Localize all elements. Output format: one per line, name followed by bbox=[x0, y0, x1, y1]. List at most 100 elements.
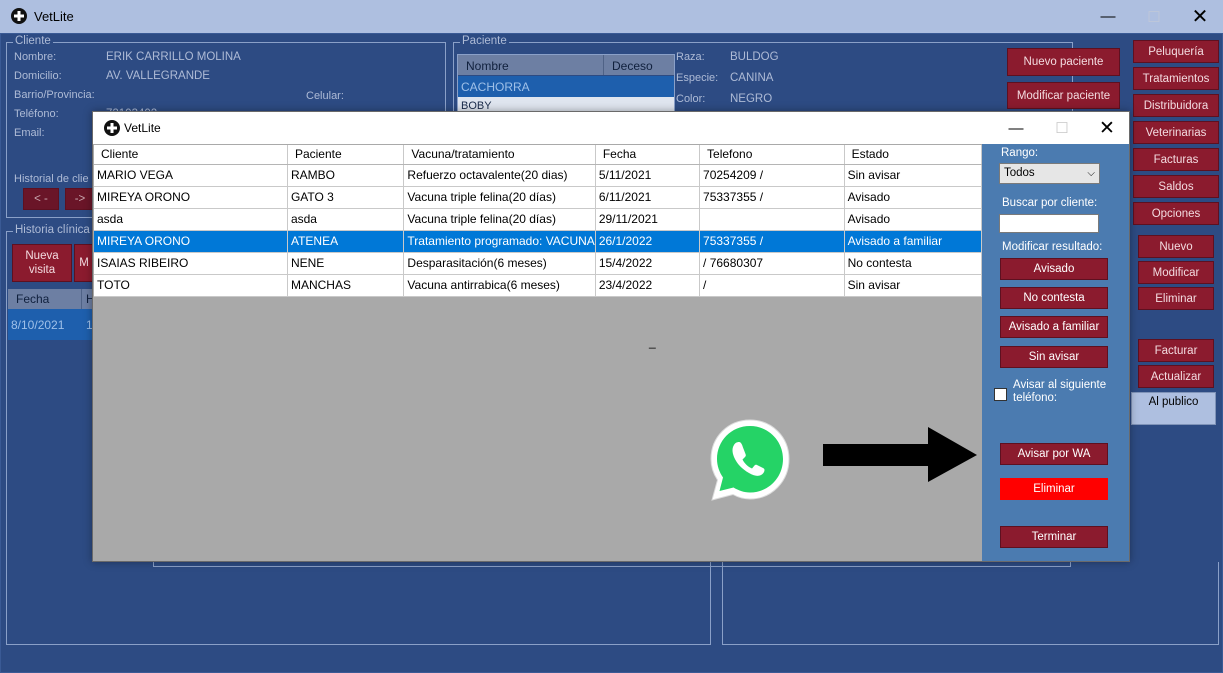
cell-fecha: 6/11/2021 bbox=[595, 186, 701, 209]
chevron-down-icon: ⌵ bbox=[1087, 168, 1095, 179]
table-row[interactable]: MIREYA ORONO GATO 3 Vacuna triple felina(2… bbox=[94, 186, 983, 209]
celular-label: Celular: bbox=[306, 90, 344, 102]
no-contesta-button[interactable]: No contesta bbox=[1000, 287, 1108, 309]
col-fecha-header[interactable]: Fecha bbox=[8, 289, 82, 309]
billing-facturar-button[interactable]: Facturar bbox=[1138, 339, 1214, 362]
menu-tratamientos-button[interactable]: Tratamientos bbox=[1133, 67, 1219, 90]
cell-fecha: 26/1/2022 bbox=[595, 230, 701, 253]
historia-list[interactable]: Fecha H 8/10/2021 16 bbox=[8, 289, 99, 340]
table-row[interactable]: asda asda Vacuna triple felina(20 días) 29/… bbox=[94, 208, 983, 231]
col-telefono-header[interactable]: Telefono bbox=[699, 145, 845, 165]
cell-estado: No contesta bbox=[844, 252, 983, 275]
buscar-label: Buscar por cliente: bbox=[1002, 197, 1098, 209]
main-window-title: VetLite bbox=[34, 9, 74, 24]
raza-label: Raza: bbox=[676, 51, 705, 63]
historia-row-fecha: 8/10/2021 bbox=[11, 318, 65, 332]
menu-distribuidora-button[interactable]: Distribuidora bbox=[1133, 94, 1219, 117]
cell-paciente: GATO 3 bbox=[287, 186, 405, 209]
cell-cliente: TOTO bbox=[94, 274, 288, 297]
avisar-siguiente-checkbox[interactable] bbox=[994, 388, 1007, 401]
dialog-close-button[interactable]: ✕ bbox=[1084, 112, 1130, 144]
action-modificar-button[interactable]: Modificar bbox=[1138, 261, 1214, 284]
prev-button[interactable]: < - bbox=[23, 188, 59, 210]
stray-mark: _ bbox=[649, 335, 656, 349]
avisar-siguiente-label: Avisar al siguiente teléfono: bbox=[1013, 379, 1107, 404]
dialog-minimize-button[interactable]: — bbox=[993, 112, 1039, 144]
buscar-cliente-input[interactable] bbox=[999, 214, 1099, 233]
menu-opciones-button[interactable]: Opciones bbox=[1133, 202, 1219, 225]
table-header-row: Cliente Paciente Vacuna/tratamiento Fech… bbox=[94, 145, 983, 165]
avisado-familiar-button[interactable]: Avisado a familiar bbox=[1000, 316, 1108, 338]
cell-estado: Avisado bbox=[844, 186, 983, 209]
right-arrow-icon bbox=[823, 427, 977, 482]
col-cliente-header[interactable]: Cliente bbox=[94, 145, 288, 165]
col-deceso-header[interactable]: Deceso bbox=[604, 55, 674, 75]
cell-paciente: MANCHAS bbox=[287, 274, 405, 297]
eliminar-button[interactable]: Eliminar bbox=[1000, 478, 1108, 500]
col-estado-header[interactable]: Estado bbox=[844, 145, 983, 165]
col-nombre-header[interactable]: Nombre bbox=[458, 55, 604, 75]
terminar-button[interactable]: Terminar bbox=[1000, 526, 1108, 548]
cell-telefono: / bbox=[699, 274, 845, 297]
modificar-paciente-button[interactable]: Modificar paciente bbox=[1007, 82, 1120, 109]
table-row[interactable]: MARIO VEGA RAMBO Refuerzo octavalente(20 d… bbox=[94, 164, 983, 187]
avisos-grid-area[interactable]: Cliente Paciente Vacuna/tratamiento Fech… bbox=[93, 144, 983, 561]
close-button[interactable]: ✕ bbox=[1177, 0, 1223, 33]
domicilio-value: AV. VALLEGRANDE bbox=[106, 70, 210, 82]
table-row[interactable]: MIREYA ORONO ATENEA Tratamiento programado… bbox=[94, 230, 983, 253]
menu-saldos-button[interactable]: Saldos bbox=[1133, 175, 1219, 198]
col-vacuna-header[interactable]: Vacuna/tratamiento bbox=[403, 145, 596, 165]
cell-telefono bbox=[699, 208, 845, 231]
action-eliminar-button[interactable]: Eliminar bbox=[1138, 287, 1214, 310]
dialog-maximize-button[interactable]: ☐ bbox=[1039, 112, 1085, 144]
cell-cliente: MARIO VEGA bbox=[94, 164, 288, 187]
cell-vacuna: Vacuna triple felina(20 días) bbox=[403, 208, 596, 231]
paciente-list[interactable]: Nombre Deceso CACHORRA BOBY bbox=[457, 54, 675, 115]
nueva-visita-button[interactable]: Nueva visita bbox=[12, 244, 72, 282]
menu-peluquer-a-button[interactable]: Peluquería bbox=[1133, 40, 1219, 63]
action-nuevo-button[interactable]: Nuevo bbox=[1138, 235, 1214, 258]
cell-paciente: ATENEA bbox=[287, 230, 405, 253]
paciente-row[interactable]: CACHORRA bbox=[458, 76, 674, 97]
col-fecha-header[interactable]: Fecha bbox=[595, 145, 701, 165]
nuevo-paciente-button[interactable]: Nuevo paciente bbox=[1007, 48, 1120, 76]
avisos-table: Cliente Paciente Vacuna/tratamiento Fech… bbox=[94, 145, 983, 297]
table-row[interactable]: ISAIAS RIBEIRO NENE Desparasitación(6 mese… bbox=[94, 252, 983, 275]
historia-group-label: Historia clínica bbox=[13, 224, 92, 236]
next-button[interactable]: -> bbox=[65, 188, 95, 210]
billing-actualizar-button[interactable]: Actualizar bbox=[1138, 365, 1214, 388]
cell-cliente: MIREYA ORONO bbox=[94, 230, 288, 253]
cell-estado: Avisado a familiar bbox=[844, 230, 983, 253]
cell-cliente: ISAIAS RIBEIRO bbox=[94, 252, 288, 275]
m-button[interactable]: M bbox=[74, 244, 94, 282]
table-row[interactable]: TOTO MANCHAS Vacuna antirrabica(6 meses) 23… bbox=[94, 274, 983, 297]
avisar-wa-button[interactable]: Avisar por WA bbox=[1000, 443, 1108, 465]
cell-estado: Avisado bbox=[844, 208, 983, 231]
main-titlebar: VetLite — ☐ ✕ bbox=[0, 0, 1223, 33]
maximize-button[interactable]: ☐ bbox=[1131, 0, 1177, 33]
email-label: Email: bbox=[14, 127, 45, 139]
paciente-group-label: Paciente bbox=[460, 35, 509, 47]
dialog-titlebar: VetLite — ☐ ✕ bbox=[93, 112, 1129, 144]
historial-label: Historial de clie bbox=[14, 173, 89, 185]
telefono-label: Teléfono: bbox=[14, 108, 59, 120]
cell-vacuna: Desparasitación(6 meses) bbox=[403, 252, 596, 275]
cell-vacuna: Vacuna antirrabica(6 meses) bbox=[403, 274, 596, 297]
menu-veterinarias-button[interactable]: Veterinarias bbox=[1133, 121, 1219, 144]
menu-facturas-button[interactable]: Facturas bbox=[1133, 148, 1219, 171]
cell-fecha: 15/4/2022 bbox=[595, 252, 701, 275]
cell-fecha: 5/11/2021 bbox=[595, 164, 701, 187]
avisos-dialog: VetLite — ☐ ✕ Cliente Paciente Vacuna/tr… bbox=[92, 111, 1130, 562]
avisado-button[interactable]: Avisado bbox=[1000, 258, 1108, 280]
nombre-label: Nombre: bbox=[14, 51, 57, 63]
domicilio-label: Domicilio: bbox=[14, 70, 62, 82]
rango-select[interactable]: Todos ⌵ bbox=[999, 163, 1100, 184]
historia-row[interactable]: 8/10/2021 16 bbox=[8, 309, 99, 340]
sin-avisar-button[interactable]: Sin avisar bbox=[1000, 346, 1108, 368]
minimize-button[interactable]: — bbox=[1085, 0, 1131, 33]
cell-paciente: asda bbox=[287, 208, 405, 231]
app-cross-icon bbox=[11, 8, 27, 24]
col-paciente-header[interactable]: Paciente bbox=[287, 145, 405, 165]
al-publico-button[interactable]: Al publico bbox=[1131, 392, 1216, 425]
cell-vacuna: Tratamiento programado: VACUNA bbox=[403, 230, 596, 253]
